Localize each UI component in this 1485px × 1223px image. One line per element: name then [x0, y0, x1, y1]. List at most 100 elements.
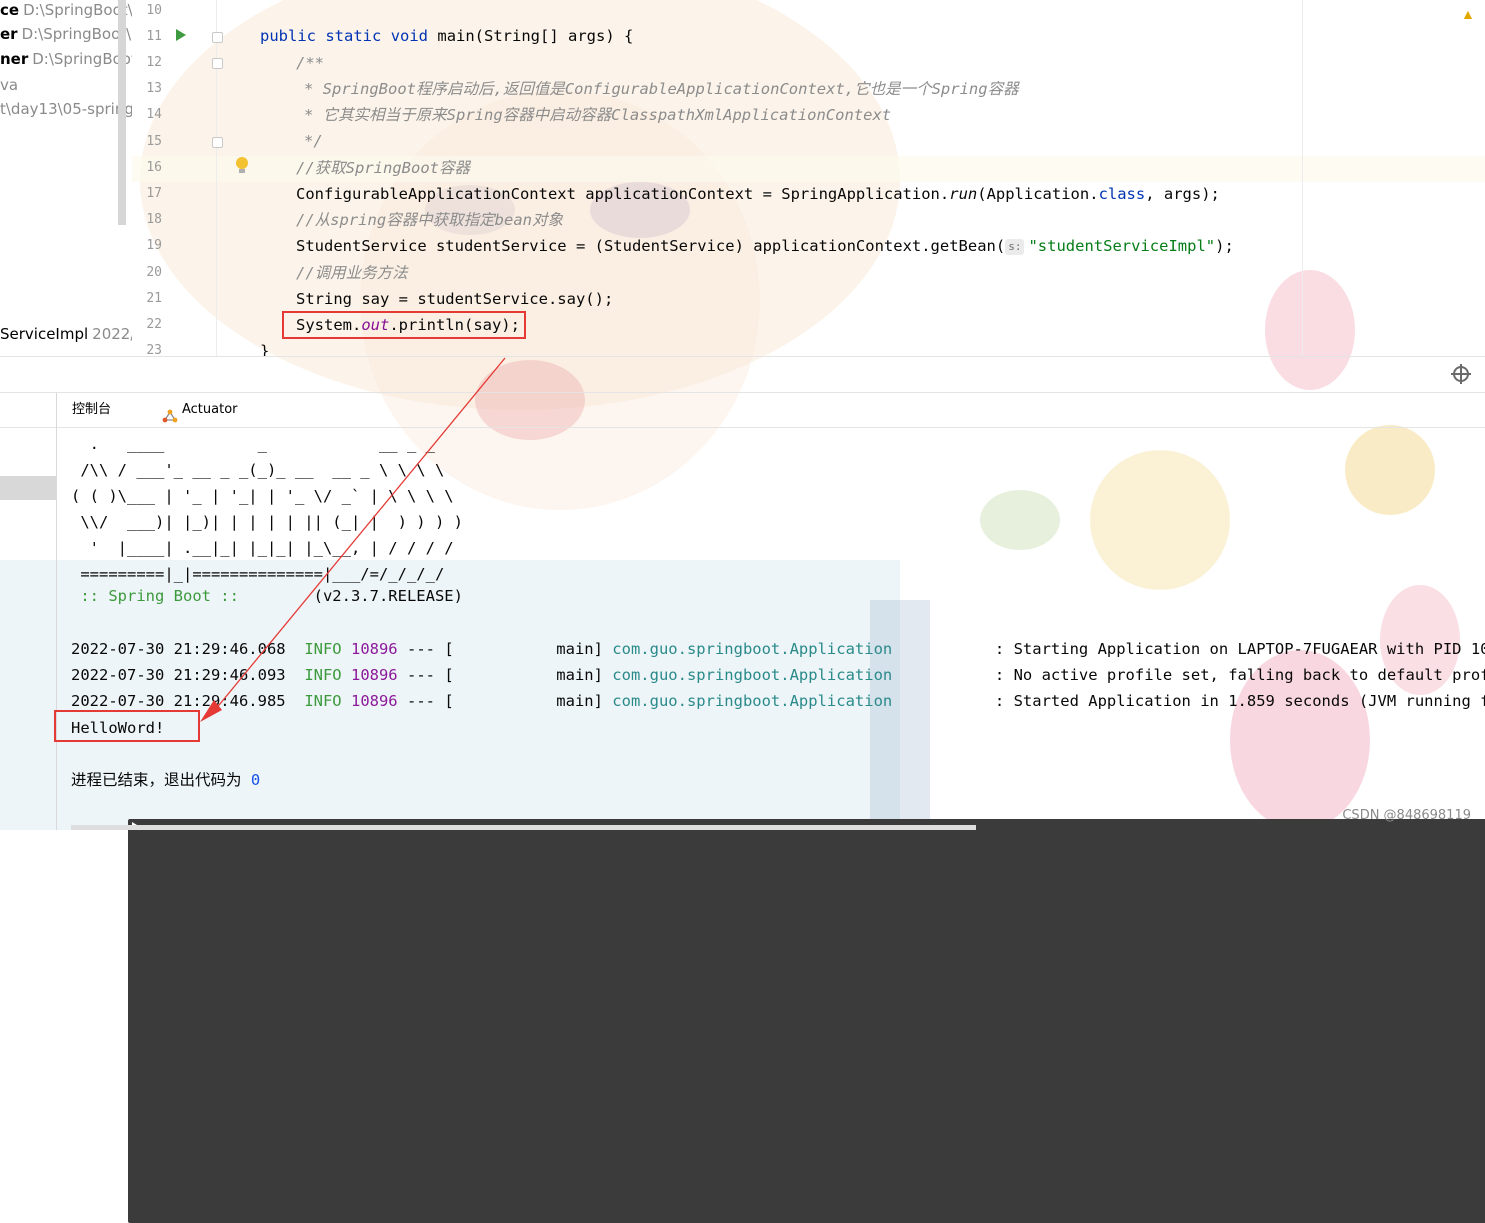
- log-level: INFO: [304, 666, 342, 684]
- line-number: 18: [146, 212, 162, 227]
- tool-window-sidebar: [0, 393, 57, 427]
- fold-marker-icon[interactable]: [212, 137, 223, 148]
- spring-boot-label: :: Spring Boot ::: [71, 587, 249, 605]
- line-number: 12: [146, 55, 162, 70]
- tab-actuator[interactable]: Actuator: [162, 393, 238, 427]
- code-line-11: public static void main(String[] args) {: [260, 23, 633, 49]
- log-level: INFO: [304, 692, 342, 710]
- code-token: "studentServiceImpl": [1028, 237, 1216, 255]
- log-logger: com.guo.springboot.Application: [612, 666, 893, 684]
- line-number: 15: [146, 134, 162, 149]
- code-token: , args);: [1145, 185, 1220, 203]
- tree-item[interactable]: t\day13\05-spring: [0, 97, 132, 121]
- log-thread: --- [ main]: [397, 692, 613, 710]
- line-number: 20: [146, 265, 162, 280]
- tab-console[interactable]: 控制台: [72, 393, 1485, 1223]
- log-level: INFO: [304, 640, 342, 658]
- code-token: run: [949, 185, 978, 203]
- log-message: : No active profile set, falling back to…: [892, 666, 1485, 684]
- tree-item-path: 2022/: [92, 325, 132, 343]
- log-message: : Started Application in 1.859 seconds (…: [892, 692, 1485, 710]
- parameter-hint: s:: [1005, 238, 1025, 255]
- console-icon: [128, 819, 1485, 1223]
- code-token: main(String[] args) {: [437, 27, 634, 45]
- console-output[interactable]: . ____ _ __ _ _ /\\ / ___'_ __ _ _(_)_ _…: [56, 426, 1485, 830]
- code-token: public: [260, 27, 316, 45]
- banner-line: /\\ / ___'_ __ _ _(_)_ __ __ _ \ \ \ \: [71, 461, 445, 479]
- code-line-19: StudentService studentService = (Student…: [296, 233, 1234, 259]
- banner-line: ( ( )\___ | '_ | '_| | '_ \/ _` | \ \ \ …: [71, 487, 454, 505]
- log-line: 2022-07-30 21:29:46.093 INFO 10896 --- […: [71, 662, 1485, 688]
- console-sidebar-selection[interactable]: [0, 476, 56, 500]
- banner-line: ' |____| .__|_| |_|_| |_\__, | / / / /: [71, 539, 454, 557]
- code-line-18: //从spring容器中获取指定bean对象: [296, 211, 563, 229]
- exit-status-line: 进程已结束，退出代码为 0: [71, 767, 260, 793]
- log-pid: 10896: [350, 666, 398, 684]
- line-number: 11: [146, 29, 162, 44]
- right-margin-guide: [1302, 0, 1303, 356]
- line-number: 14: [146, 107, 162, 122]
- banner-line: \\/ ___)| |_)| | | | | || (_| | ) ) ) ): [71, 513, 463, 531]
- code-token: static: [325, 27, 382, 45]
- log-line: 2022-07-30 21:29:46.985 INFO 10896 --- […: [71, 688, 1485, 714]
- project-tree: ce D:\SpringBoot\ er D:\SpringBoot\c ner D:…: [0, 0, 132, 356]
- tree-scrollbar[interactable]: [118, 0, 126, 225]
- tree-item-name: er: [0, 25, 18, 43]
- output-highlight-box: [54, 710, 200, 742]
- target-icon[interactable]: [1451, 364, 1471, 384]
- line-number: 22: [146, 317, 162, 332]
- fold-marker-icon[interactable]: [212, 58, 223, 69]
- spring-boot-version: (v2.3.7.RELEASE): [248, 587, 463, 605]
- code-editor[interactable]: 10 11 12 13 14 15 16 17 18 19 20 21 22 2…: [132, 0, 1485, 356]
- tree-item-name: ce: [0, 1, 20, 19]
- exit-code: 0: [250, 771, 261, 789]
- log-thread: --- [ main]: [397, 640, 613, 658]
- line-number: 19: [146, 238, 162, 253]
- code-token: ConfigurableApplicationContext applicati…: [296, 185, 950, 203]
- tool-window-header: [0, 356, 1485, 393]
- log-line: 2022-07-30 21:29:46.068 INFO 10896 --- […: [71, 636, 1485, 662]
- tree-item[interactable]: ServiceImpl 2022/: [0, 322, 132, 346]
- line-number: 13: [146, 81, 162, 96]
- code-token: class: [1098, 185, 1146, 203]
- fold-marker-icon[interactable]: [212, 32, 223, 43]
- log-timestamp: 2022-07-30 21:29:46.068: [71, 640, 286, 658]
- log-timestamp: 2022-07-30 21:29:46.093: [71, 666, 286, 684]
- sysout-highlight-box: [282, 311, 526, 339]
- code-token: );: [1215, 237, 1234, 255]
- log-timestamp: 2022-07-30 21:29:46.985: [71, 692, 286, 710]
- console-sidebar: [0, 426, 57, 830]
- tree-item[interactable]: va: [0, 73, 18, 97]
- tab-console-label: 控制台: [72, 402, 112, 417]
- line-number: 16: [146, 160, 162, 175]
- log-logger: com.guo.springboot.Application: [612, 640, 893, 658]
- actuator-icon: [162, 403, 178, 422]
- console-horizontal-scrollbar[interactable]: [71, 825, 976, 830]
- tree-item-name: t\day13\05-spring: [0, 100, 132, 118]
- lightbulb-icon[interactable]: [236, 157, 248, 173]
- tree-item[interactable]: ce D:\SpringBoot\: [0, 0, 132, 22]
- tree-item-name: va: [0, 76, 19, 94]
- tree-item-path: D:\SpringBoot\c: [21, 25, 132, 43]
- tree-item-name: ner: [0, 50, 29, 68]
- tree-item[interactable]: er D:\SpringBoot\c: [0, 22, 132, 46]
- line-number: 23: [146, 343, 162, 356]
- log-logger: com.guo.springboot.Application: [612, 692, 893, 710]
- line-number: 17: [146, 186, 162, 201]
- tab-actuator-label: Actuator: [182, 402, 238, 417]
- code-token: void: [390, 27, 429, 45]
- log-pid: 10896: [350, 640, 398, 658]
- editor-gutter: 10 11 12 13 14 15 16 17 18 19 20 21 22 2…: [132, 0, 248, 356]
- run-gutter-icon[interactable]: [176, 29, 186, 41]
- banner-line: . ____ _ __ _ _: [71, 435, 435, 453]
- code-line-16: //获取SpringBoot容器: [296, 159, 470, 177]
- code-line-20: //调用业务方法: [296, 264, 408, 282]
- tree-item-name: ServiceImpl: [0, 325, 89, 343]
- code-line-17: ConfigurableApplicationContext applicati…: [296, 181, 1220, 207]
- warning-icon[interactable]: ▲: [1461, 6, 1475, 22]
- tree-item[interactable]: ner D:\SpringBoot: [0, 47, 132, 71]
- line-number: 21: [146, 291, 162, 306]
- exit-text: 进程已结束，退出代码为: [71, 771, 251, 789]
- tree-item-path: D:\SpringBoot\: [23, 1, 132, 19]
- line-number: 10: [146, 3, 162, 18]
